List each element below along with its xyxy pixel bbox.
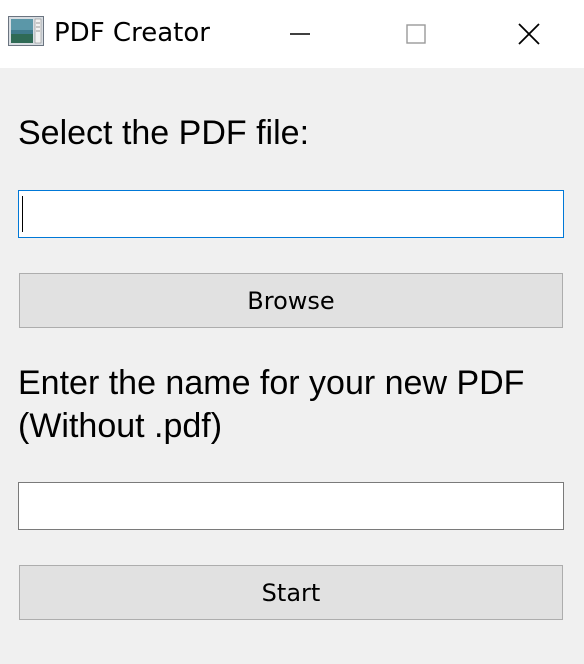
text-caret (22, 196, 23, 232)
new-pdf-name-input[interactable] (18, 482, 564, 530)
start-button[interactable]: Start (19, 565, 563, 620)
maximize-button[interactable] (358, 0, 474, 68)
select-file-label: Select the PDF file: (18, 114, 310, 152)
new-pdf-name-label: Enter the name for your new PDF (18, 364, 525, 402)
app-icon (8, 16, 44, 46)
close-icon (518, 23, 540, 45)
pdf-creator-window: PDF Creator Select the PDF file: Browse … (0, 0, 584, 664)
minimize-button[interactable] (242, 0, 358, 68)
new-pdf-name-hint: (Without .pdf) (18, 407, 223, 445)
maximize-icon (406, 24, 426, 44)
minimize-icon (290, 33, 310, 35)
title-bar[interactable]: PDF Creator (0, 0, 584, 68)
browse-button[interactable]: Browse (19, 273, 563, 328)
pdf-file-path-input[interactable] (18, 190, 564, 238)
window-title: PDF Creator (54, 18, 210, 48)
close-button[interactable] (474, 0, 584, 68)
